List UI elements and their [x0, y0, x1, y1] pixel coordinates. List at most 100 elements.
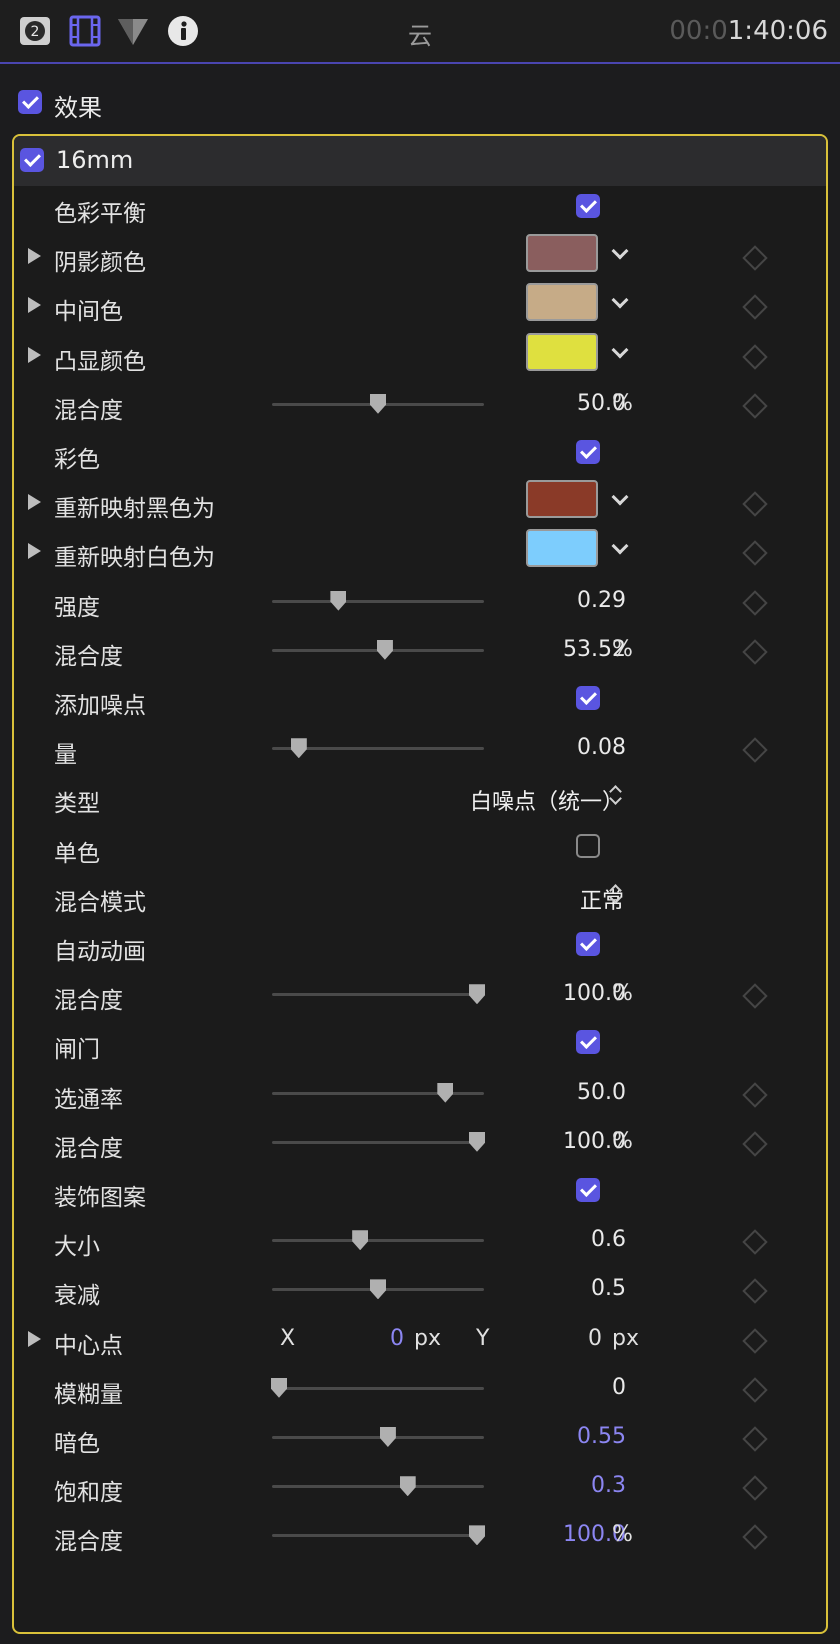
- keyframe-diamond-icon[interactable]: [742, 1131, 768, 1157]
- parameter-label: 暗色: [54, 1431, 100, 1457]
- filter-header[interactable]: 16mm: [14, 136, 826, 186]
- slider-thumb[interactable]: [352, 1230, 369, 1251]
- parameter-label: 混合度: [54, 643, 123, 670]
- parameter-checkbox[interactable]: [576, 440, 600, 464]
- slider-track[interactable]: [271, 1377, 484, 1398]
- color-swatch[interactable]: [526, 332, 598, 371]
- slider-thumb[interactable]: [376, 639, 393, 660]
- x-unit-label: px: [414, 1325, 441, 1351]
- slider-thumb[interactable]: [271, 1377, 287, 1398]
- parameter-label: 色彩平衡: [54, 201, 146, 227]
- slider-track[interactable]: [272, 984, 485, 1005]
- parameter-checkbox[interactable]: [576, 686, 600, 710]
- parameter-label: 自动动画: [54, 939, 146, 965]
- keyframe-diamond-icon[interactable]: [742, 245, 768, 271]
- keyframe-diamond-icon[interactable]: [742, 1524, 768, 1551]
- slider-thumb[interactable]: [469, 984, 485, 1005]
- slider-track[interactable]: [272, 1279, 484, 1300]
- slider-track[interactable]: [272, 393, 484, 414]
- keyframe-diamond-icon[interactable]: [742, 540, 768, 567]
- slider-track[interactable]: [272, 639, 484, 660]
- parameter-value[interactable]: 0: [612, 1375, 626, 1400]
- color-swatch[interactable]: [526, 234, 598, 273]
- parameter-checkbox[interactable]: [576, 194, 600, 218]
- chevron-down-icon[interactable]: [611, 341, 629, 359]
- parameter-label: 混合度: [54, 988, 123, 1015]
- parameter-row: 重新映射白色为: [14, 526, 826, 576]
- keyframe-diamond-icon[interactable]: [742, 294, 768, 321]
- slider-thumb[interactable]: [379, 1427, 396, 1447]
- popup-menu-value[interactable]: 白噪点（统一）: [470, 784, 624, 816]
- slider-thumb[interactable]: [330, 590, 347, 611]
- parameter-label: 类型: [54, 791, 100, 818]
- slider-thumb[interactable]: [370, 393, 386, 414]
- y-value[interactable]: 0: [588, 1326, 602, 1351]
- updown-chevron-icon[interactable]: [608, 881, 622, 907]
- slider-track[interactable]: [272, 590, 484, 611]
- slider-thumb[interactable]: [370, 1279, 386, 1300]
- disclosure-triangle-icon[interactable]: [28, 248, 41, 265]
- keyframe-diamond-icon[interactable]: [742, 1475, 768, 1501]
- chevron-down-icon[interactable]: [611, 242, 629, 260]
- parameter-row: 混合模式 正常: [14, 871, 826, 921]
- slider-thumb[interactable]: [469, 1131, 485, 1152]
- color-swatch[interactable]: [526, 283, 598, 322]
- parameter-label: 选通率: [54, 1086, 123, 1113]
- keyframe-diamond-icon[interactable]: [742, 1278, 768, 1305]
- slider-track[interactable]: [272, 1230, 484, 1251]
- chevron-down-icon[interactable]: [611, 488, 629, 506]
- parameter-value[interactable]: 0.6: [591, 1227, 626, 1252]
- keyframe-diamond-icon[interactable]: [742, 1327, 768, 1354]
- slider-track[interactable]: [272, 738, 484, 759]
- slider-track[interactable]: [272, 1525, 485, 1546]
- parameter-row: 大小 0.6: [14, 1215, 826, 1265]
- keyframe-diamond-icon[interactable]: [742, 639, 768, 665]
- slider-thumb[interactable]: [437, 1082, 454, 1103]
- color-swatch[interactable]: [526, 529, 598, 568]
- slider-track[interactable]: [272, 1082, 484, 1103]
- parameter-row: 混合度 100.0%: [14, 1117, 826, 1167]
- parameter-checkbox[interactable]: [576, 932, 600, 956]
- parameter-checkbox[interactable]: [576, 1030, 600, 1055]
- slider-track[interactable]: [272, 1476, 484, 1497]
- disclosure-triangle-icon[interactable]: [28, 297, 41, 314]
- parameter-value[interactable]: 0.5: [591, 1276, 626, 1301]
- parameter-value[interactable]: 0.29: [577, 588, 626, 613]
- disclosure-triangle-icon[interactable]: [28, 494, 41, 511]
- keyframe-diamond-icon[interactable]: [742, 1229, 768, 1255]
- effects-enable-checkbox[interactable]: [18, 90, 42, 114]
- slider-thumb[interactable]: [399, 1476, 416, 1497]
- keyframe-diamond-icon[interactable]: [742, 1377, 768, 1403]
- color-swatch[interactable]: [526, 480, 598, 519]
- keyframe-diamond-icon[interactable]: [742, 589, 768, 616]
- keyframe-diamond-icon[interactable]: [742, 491, 768, 517]
- slider-thumb[interactable]: [469, 1525, 485, 1546]
- slider-track[interactable]: [272, 1131, 485, 1152]
- x-value[interactable]: 0: [390, 1326, 404, 1351]
- keyframe-diamond-icon[interactable]: [742, 737, 768, 763]
- parameter-checkbox[interactable]: [576, 1178, 600, 1202]
- parameter-label: 饱和度: [54, 1480, 123, 1507]
- unit-label: %: [612, 981, 633, 1007]
- disclosure-triangle-icon[interactable]: [28, 346, 41, 363]
- updown-chevron-icon[interactable]: [608, 782, 622, 808]
- slider-thumb[interactable]: [290, 738, 307, 759]
- keyframe-diamond-icon[interactable]: [742, 393, 768, 419]
- parameter-checkbox[interactable]: [576, 833, 600, 858]
- chevron-down-icon[interactable]: [611, 537, 629, 555]
- parameter-label: 凸显颜色: [54, 348, 146, 375]
- disclosure-triangle-icon[interactable]: [28, 543, 41, 560]
- keyframe-diamond-icon[interactable]: [742, 1081, 768, 1108]
- parameter-value[interactable]: 0.55: [577, 1424, 626, 1449]
- parameter-value[interactable]: 0.08: [577, 735, 626, 760]
- parameter-value[interactable]: 50.0: [577, 1080, 626, 1105]
- keyframe-diamond-icon[interactable]: [742, 983, 768, 1009]
- keyframe-diamond-icon[interactable]: [742, 343, 768, 370]
- keyframe-diamond-icon[interactable]: [742, 1426, 768, 1452]
- chevron-down-icon[interactable]: [611, 291, 629, 309]
- parameter-value[interactable]: 0.3: [591, 1473, 626, 1498]
- parameter-label: 混合度: [54, 397, 123, 424]
- filter-enable-checkbox[interactable]: [20, 148, 44, 172]
- disclosure-triangle-icon[interactable]: [28, 1330, 41, 1347]
- slider-track[interactable]: [272, 1427, 484, 1447]
